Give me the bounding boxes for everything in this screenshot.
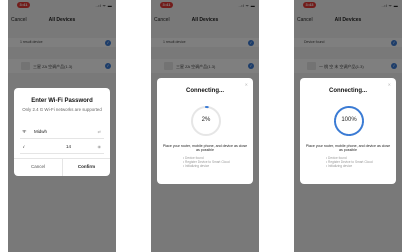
phone-screen-connecting: 3:41 ..ıl ᯤ ▬ Cancel All Devices 1 resul… xyxy=(151,0,259,252)
confirm-button[interactable]: Confirm xyxy=(63,164,110,169)
progress-percent: 2% xyxy=(201,117,211,123)
cancel-button[interactable]: Cancel xyxy=(14,164,62,169)
dialog-subtitle: Only 2.4 G Wi-Fi networks are supported xyxy=(22,107,102,112)
eye-icon[interactable]: ◉ xyxy=(98,144,102,149)
phone-screen-wifi-password: 3:41 ..ıl ᯤ ▬ Cancel All Devices 1 resul… xyxy=(8,0,116,252)
password-field[interactable]: 14 xyxy=(66,144,71,149)
phone-screen-connected: 3:43 ..ıl ᯤ ▬ Cancel All Devices Device … xyxy=(294,0,402,252)
connecting-dialog: ✕ Connecting... 2% Place your router, mo… xyxy=(157,78,253,184)
step-item: • Initializing device xyxy=(326,164,353,169)
progress-ring: 100% xyxy=(332,104,366,138)
swap-icon[interactable]: ⇄ xyxy=(98,129,101,134)
divider xyxy=(20,138,104,139)
progress-percent: 100% xyxy=(341,117,357,123)
wifi-password-dialog: Enter Wi-Fi Password Only 2.4 G Wi-Fi ne… xyxy=(14,88,110,176)
connect-steps: • Device found • Register Device to Smar… xyxy=(326,156,373,169)
step-item: • Initializing device xyxy=(183,164,210,169)
connect-steps: • Device found • Register Device to Smar… xyxy=(183,156,230,169)
placement-hint: Place your router, mobile phone, and dev… xyxy=(162,144,248,153)
divider xyxy=(20,153,104,154)
progress-ring: 2% xyxy=(189,104,223,138)
close-icon[interactable]: ✕ xyxy=(245,82,248,87)
lock-icon: 𝒾 xyxy=(23,144,25,150)
dialog-title: Connecting... xyxy=(186,88,224,94)
dialog-title: Connecting... xyxy=(329,88,367,94)
wifi-name-field[interactable]: Midwh xyxy=(34,129,47,134)
connecting-dialog: ✕ Connecting... 100% Place your router, … xyxy=(300,78,396,184)
wifi-icon: ᯤ xyxy=(22,129,27,135)
dialog-title: Enter Wi-Fi Password xyxy=(31,98,93,104)
close-icon[interactable]: ✕ xyxy=(388,82,391,87)
placement-hint: Place your router, mobile phone, and dev… xyxy=(305,144,391,153)
